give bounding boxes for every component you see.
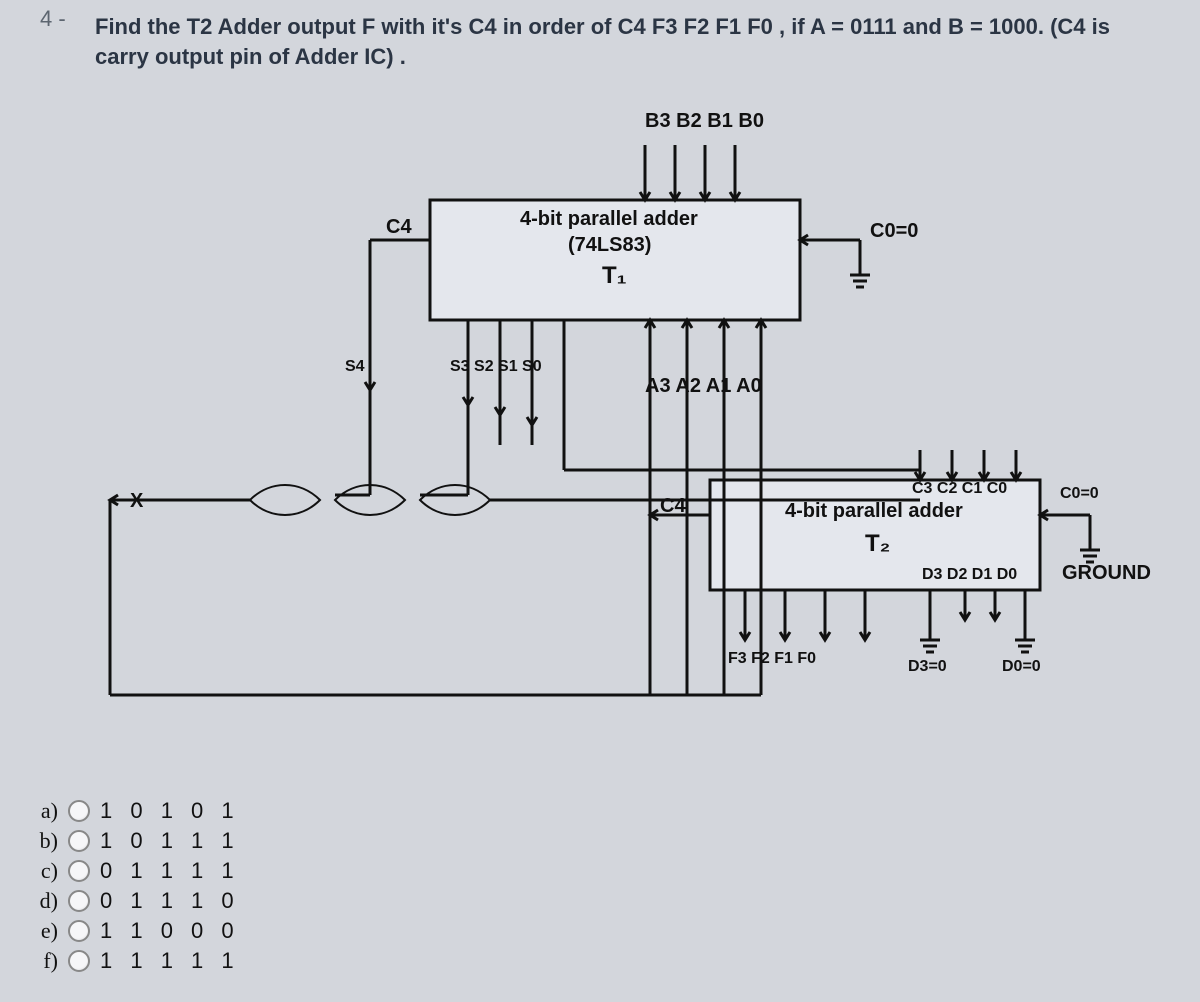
radio-icon[interactable] (68, 830, 90, 852)
answer-a[interactable]: a) 1 0 1 0 1 (32, 798, 240, 824)
radio-icon[interactable] (68, 950, 90, 972)
b-inputs-label: B3 B2 B1 B0 (645, 110, 764, 133)
answer-letter: a) (32, 798, 58, 824)
t2-f-outputs: F3 F2 F1 F0 (728, 650, 816, 668)
radio-icon[interactable] (68, 890, 90, 912)
t1-line1: 4-bit parallel adder (520, 208, 698, 231)
answer-c[interactable]: c) 0 1 1 1 1 (32, 858, 240, 884)
x-output-label: X (130, 490, 143, 513)
diagram-svg (90, 100, 1150, 710)
answer-d[interactable]: d) 0 1 1 1 0 (32, 888, 240, 914)
t2-c-inputs: C3 C2 C1 C0 (912, 480, 1007, 498)
question-text: Find the T2 Adder output F with it's C4 … (95, 12, 1165, 71)
answer-value: 0 1 1 1 0 (100, 888, 240, 914)
t1-c4: C4 (386, 216, 412, 239)
t1-s-outputs: S3 S2 S1 S0 (450, 358, 542, 376)
answer-letter: e) (32, 918, 58, 944)
t2-d3: D3=0 (908, 658, 947, 676)
answer-value: 1 1 0 0 0 (100, 918, 240, 944)
radio-icon[interactable] (68, 800, 90, 822)
radio-icon[interactable] (68, 920, 90, 942)
answer-value: 0 1 1 1 1 (100, 858, 240, 884)
t2-line2: T₂ (865, 530, 890, 558)
t1-line2: (74LS83) (568, 234, 651, 257)
question-number: 4 - (40, 6, 66, 32)
answer-value: 1 0 1 0 1 (100, 798, 240, 824)
answer-letter: f) (32, 948, 58, 974)
answer-letter: d) (32, 888, 58, 914)
t2-d-outputs: D3 D2 D1 D0 (922, 566, 1017, 584)
answer-letter: c) (32, 858, 58, 884)
radio-icon[interactable] (68, 860, 90, 882)
t1-c0: C0=0 (870, 220, 918, 243)
t2-d0: D0=0 (1002, 658, 1041, 676)
answer-value: 1 0 1 1 1 (100, 828, 240, 854)
answer-letter: b) (32, 828, 58, 854)
t1-s4: S4 (345, 358, 365, 376)
answer-list: a) 1 0 1 0 1 b) 1 0 1 1 1 c) 0 1 1 1 1 d… (32, 798, 240, 974)
t1-line3: T₁ (602, 262, 627, 290)
t2-c4: C4 (660, 495, 686, 518)
t2-title: 4-bit parallel adder (785, 500, 963, 523)
circuit-diagram: B3 B2 B1 B0 4-bit parallel adder (74LS83… (90, 100, 1150, 710)
answer-value: 1 1 1 1 1 (100, 948, 240, 974)
answer-f[interactable]: f) 1 1 1 1 1 (32, 948, 240, 974)
t2-ground: GROUND (1062, 562, 1151, 585)
answer-e[interactable]: e) 1 1 0 0 0 (32, 918, 240, 944)
answer-b[interactable]: b) 1 0 1 1 1 (32, 828, 240, 854)
t2-c0: C0=0 (1060, 485, 1099, 503)
t1-a-inputs: A3 A2 A1 A0 (645, 375, 762, 398)
